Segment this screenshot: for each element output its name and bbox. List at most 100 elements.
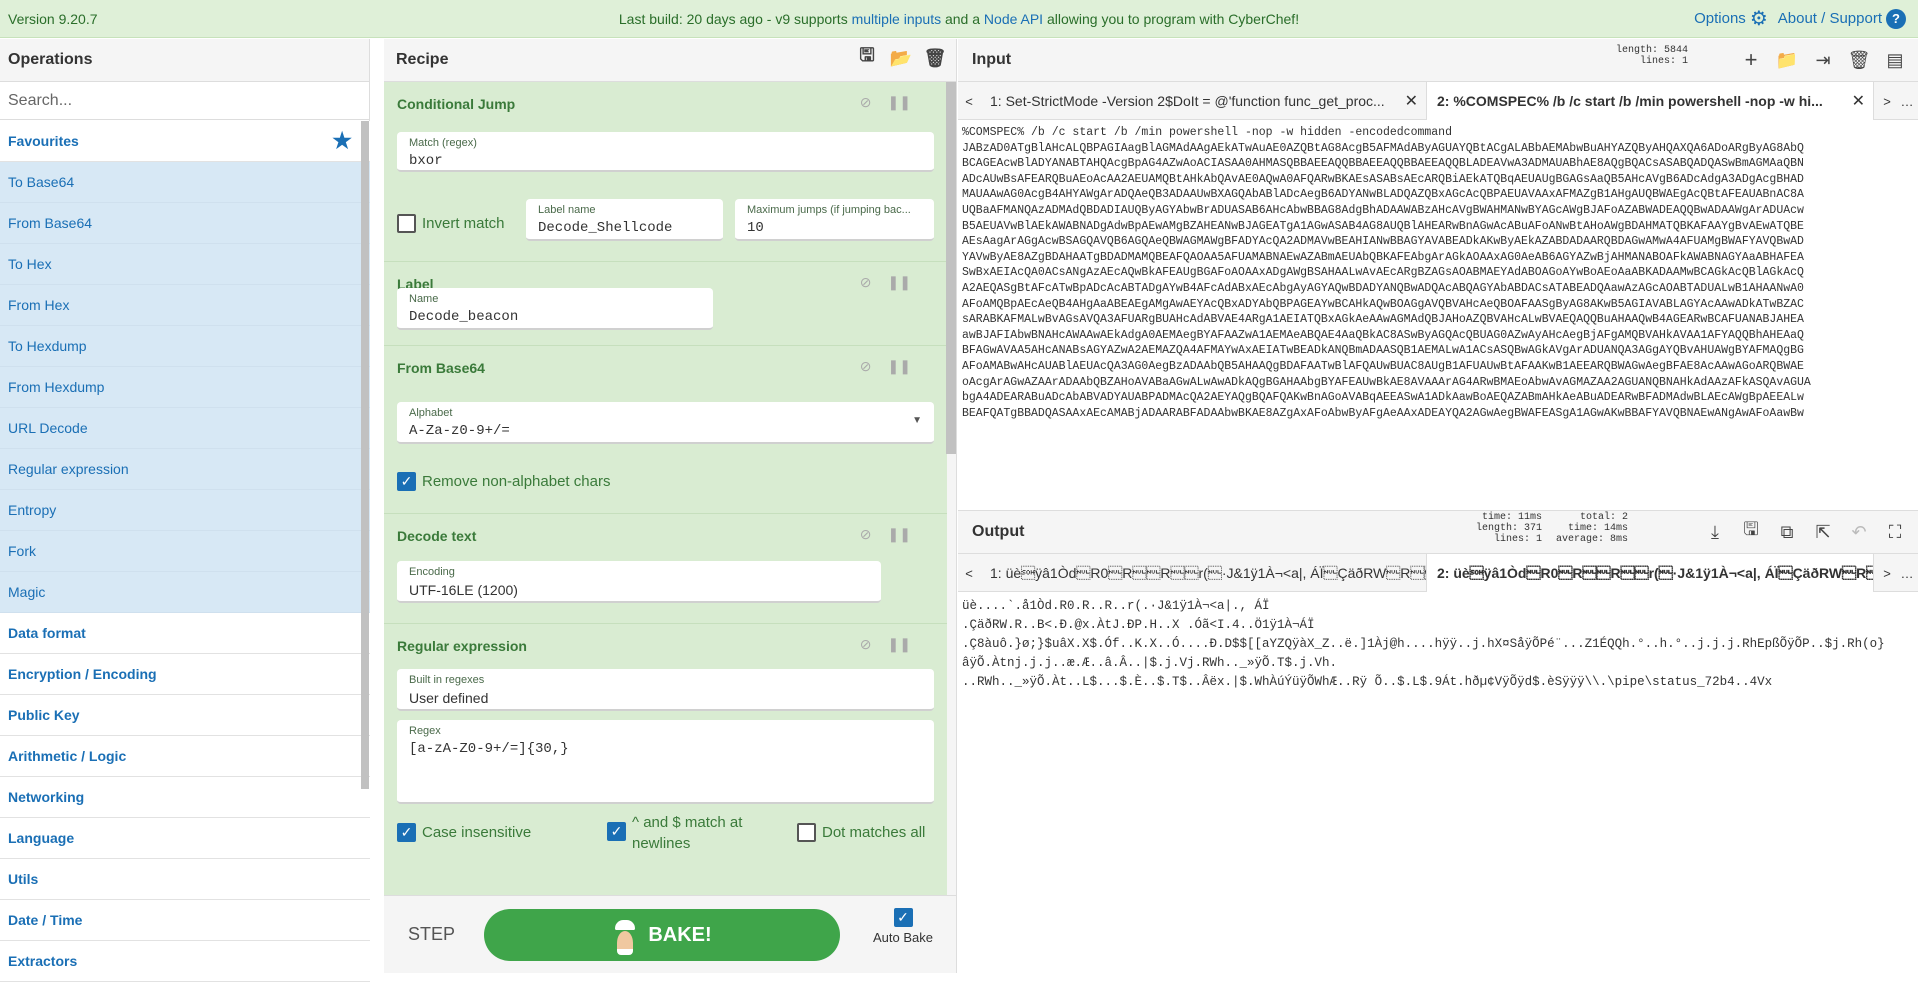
op-entropy[interactable]: Entropy	[0, 490, 370, 531]
recipe-op-from-base64: From Base64 ⊘ ❚❚ Alphabet A-Za-z0-9+/= ▼ …	[384, 346, 947, 514]
output-tab-1[interactable]: 1: üèÿâ1Òd R0 R  R  r( ·J&1ÿ1À¬<a|, ÁÏ …	[980, 554, 1427, 592]
save-recipe-icon[interactable]: 🖫	[856, 45, 878, 69]
disable-icon[interactable]: ⊘	[860, 94, 872, 111]
save-to-file-icon[interactable]: 🖫	[1740, 519, 1762, 543]
op-fork[interactable]: Fork	[0, 531, 370, 572]
regex-textarea[interactable]: Regex [a-zA-Z0-9+/=]{30,}	[397, 720, 934, 804]
dot-matches-all-checkbox[interactable]: Dot matches all	[797, 823, 925, 842]
op-to-hexdump[interactable]: To Hexdump	[0, 326, 370, 367]
pause-icon[interactable]: ❚❚	[888, 636, 911, 653]
clear-recipe-trash-icon[interactable]: 🗑	[924, 47, 947, 69]
pause-icon[interactable]: ❚❚	[888, 358, 911, 375]
op-to-base64[interactable]: To Base64	[0, 162, 370, 203]
options-button[interactable]: Options ⚙	[1694, 6, 1768, 31]
close-icon[interactable]: ✕	[1852, 91, 1865, 111]
output-tab-2[interactable]: 2: üèÿâ1Òd R0 R  R  r( ·J&1ÿ1À¬<a|, ÁÏ …	[1427, 554, 1874, 592]
open-file-icon[interactable]: ⇥	[1812, 49, 1834, 71]
label-name-field[interactable]: Label name Decode_Shellcode	[526, 199, 723, 241]
output-line: .Ç8àuô.}ø;}$uâX.X$.Óf..K.X..Ó....Ð.D$$[[…	[962, 637, 1885, 651]
recipe-scrollbar[interactable]	[946, 82, 956, 454]
disable-icon[interactable]: ⊘	[860, 636, 872, 653]
input-tab-2[interactable]: 2: %COMSPEC% /b /c start /b /min powersh…	[1427, 82, 1874, 120]
node-api-link[interactable]: Node API	[984, 11, 1043, 27]
pause-icon[interactable]: ❚❚	[888, 94, 911, 111]
pause-icon[interactable]: ❚❚	[888, 526, 911, 543]
tabs-more-icon[interactable]: …	[1896, 82, 1918, 120]
remove-non-alphabet-checkbox[interactable]: ✓ Remove non-alphabet chars	[397, 472, 610, 491]
category-networking[interactable]: Networking	[0, 777, 370, 818]
undo-icon[interactable]: ↶	[1848, 521, 1870, 543]
category-utils[interactable]: Utils	[0, 859, 370, 900]
output-stats-right: total: 2 time: 14ms average: 8ms	[1556, 512, 1629, 545]
add-tab-icon[interactable]: +	[1740, 47, 1762, 72]
operations-panel: Operations Favourites ★ To Base64 From B…	[0, 39, 370, 982]
multiline-checkbox[interactable]: ✓ ^ and $ match at newlines	[607, 812, 767, 854]
replace-input-icon[interactable]: ⇱	[1812, 521, 1834, 543]
tabs-more-icon[interactable]: …	[1896, 554, 1918, 592]
input-tab-1[interactable]: 1: Set-StrictMode -Version 2$DoIt = @'fu…	[980, 82, 1427, 120]
disable-icon[interactable]: ⊘	[860, 526, 872, 543]
dropdown-caret-icon: ▼	[912, 415, 922, 426]
input-line: %COMSPEC% /b /c start /b /min powershell…	[962, 126, 1452, 139]
op-to-hex[interactable]: To Hex	[0, 244, 370, 285]
case-insensitive-checkbox[interactable]: ✓ Case insensitive	[397, 823, 531, 842]
pause-icon[interactable]: ❚❚	[888, 274, 911, 291]
input-line: BEAFQATgBBADQASAAxAEcAMABjADAARABFADAAbw…	[962, 406, 1804, 420]
category-language[interactable]: Language	[0, 818, 370, 859]
tabs-left-arrow-icon[interactable]: <	[958, 554, 980, 592]
disable-icon[interactable]: ⊘	[860, 274, 872, 291]
output-stats-left: time: 11ms length: 371 lines: 1	[1476, 512, 1543, 545]
output-line: ..RWh.._»ÿÕ.Àt..L$...$.È..$.T$..Âëx.|$.W…	[962, 675, 1773, 689]
encoding-select[interactable]: Encoding UTF-16LE (1200)	[397, 561, 881, 603]
op-from-hexdump[interactable]: From Hexdump	[0, 367, 370, 408]
tabs-left-arrow-icon[interactable]: <	[958, 82, 980, 120]
search-input[interactable]	[8, 91, 361, 110]
close-icon[interactable]: ✕	[1405, 91, 1418, 111]
gear-icon: ⚙	[1749, 8, 1768, 30]
step-button[interactable]: STEP	[408, 924, 455, 945]
category-extractors[interactable]: Extractors	[0, 941, 370, 982]
op-magic[interactable]: Magic	[0, 572, 370, 613]
star-icon: ★	[332, 128, 352, 153]
load-recipe-folder-icon[interactable]: 📂	[890, 47, 912, 69]
category-public-key[interactable]: Public Key	[0, 695, 370, 736]
output-textarea[interactable]: üè....`.å1Òd.R0.R..R..r(.·J&1ÿ1À¬<a|., Á…	[958, 592, 1918, 697]
recipe-op-decode-text: Decode text ⊘ ❚❚ Encoding UTF-16LE (1200)	[384, 514, 947, 624]
save-output-icon[interactable]: ⤓	[1704, 521, 1726, 543]
input-line: awBJAFIAbwBNAHcAWAAwAEkAdgA0AEMAegBYAFAA…	[962, 328, 1804, 342]
tabs-right-arrow-icon[interactable]: >	[1876, 82, 1898, 120]
copy-icon[interactable]: ⧉	[1776, 521, 1798, 543]
category-data-format[interactable]: Data format	[0, 613, 370, 654]
about-support-button[interactable]: About / Support?	[1778, 8, 1906, 29]
recipe-panel: Recipe 🖫 📂 🗑 Conditional Jump ⊘ ❚❚ Match …	[384, 39, 957, 973]
clear-input-trash-icon[interactable]: 🗑	[1848, 49, 1871, 71]
op-regular-expression[interactable]: Regular expression	[0, 449, 370, 490]
tabs-right-arrow-icon[interactable]: >	[1876, 554, 1898, 592]
op-url-decode[interactable]: URL Decode	[0, 408, 370, 449]
output-line: âÿÕ.Àtnj.j.j..æ.Æ..â.Â..|$.j.Vj.RWh.._»ÿ…	[962, 656, 1338, 670]
category-arithmetic-logic[interactable]: Arithmetic / Logic	[0, 736, 370, 777]
match-regex-field[interactable]: Match (regex) bxor	[397, 132, 934, 172]
open-folder-icon[interactable]: 📁	[1776, 49, 1798, 71]
maximize-icon[interactable]: ⛶	[1884, 521, 1906, 543]
bake-bar: STEP BAKE! ✓ Auto Bake	[384, 895, 956, 973]
maximum-jumps-field[interactable]: Maximum jumps (if jumping bac... 10	[735, 199, 934, 241]
op-from-base64[interactable]: From Base64	[0, 203, 370, 244]
category-date-time[interactable]: Date / Time	[0, 900, 370, 941]
disable-icon[interactable]: ⊘	[860, 358, 872, 375]
layout-icon[interactable]: ▤	[1884, 49, 1906, 71]
recipe-op-label: Label ⊘ ❚❚ Name Decode_beacon	[384, 262, 947, 346]
alphabet-select[interactable]: Alphabet A-Za-z0-9+/= ▼	[397, 402, 934, 444]
multiple-inputs-link[interactable]: multiple inputs	[852, 11, 942, 27]
input-textarea[interactable]: %COMSPEC% /b /c start /b /min powershell…	[958, 120, 1918, 510]
auto-bake-checkbox[interactable]: ✓ Auto Bake	[868, 908, 938, 945]
bake-button[interactable]: BAKE!	[484, 909, 840, 961]
built-in-regexes-select[interactable]: Built in regexes User defined	[397, 669, 934, 711]
category-encryption-encoding[interactable]: Encryption / Encoding	[0, 654, 370, 695]
op-from-hex[interactable]: From Hex	[0, 285, 370, 326]
label-name-input[interactable]: Name Decode_beacon	[397, 288, 713, 330]
input-line: ADcAUwBsAFEARQBuAEoAcAA2AEUAMQBtAHkAbQAv…	[962, 172, 1804, 186]
operations-scrollbar[interactable]	[361, 121, 369, 789]
category-favourites[interactable]: Favourites ★	[0, 121, 370, 162]
invert-match-checkbox[interactable]: Invert match	[397, 214, 505, 233]
